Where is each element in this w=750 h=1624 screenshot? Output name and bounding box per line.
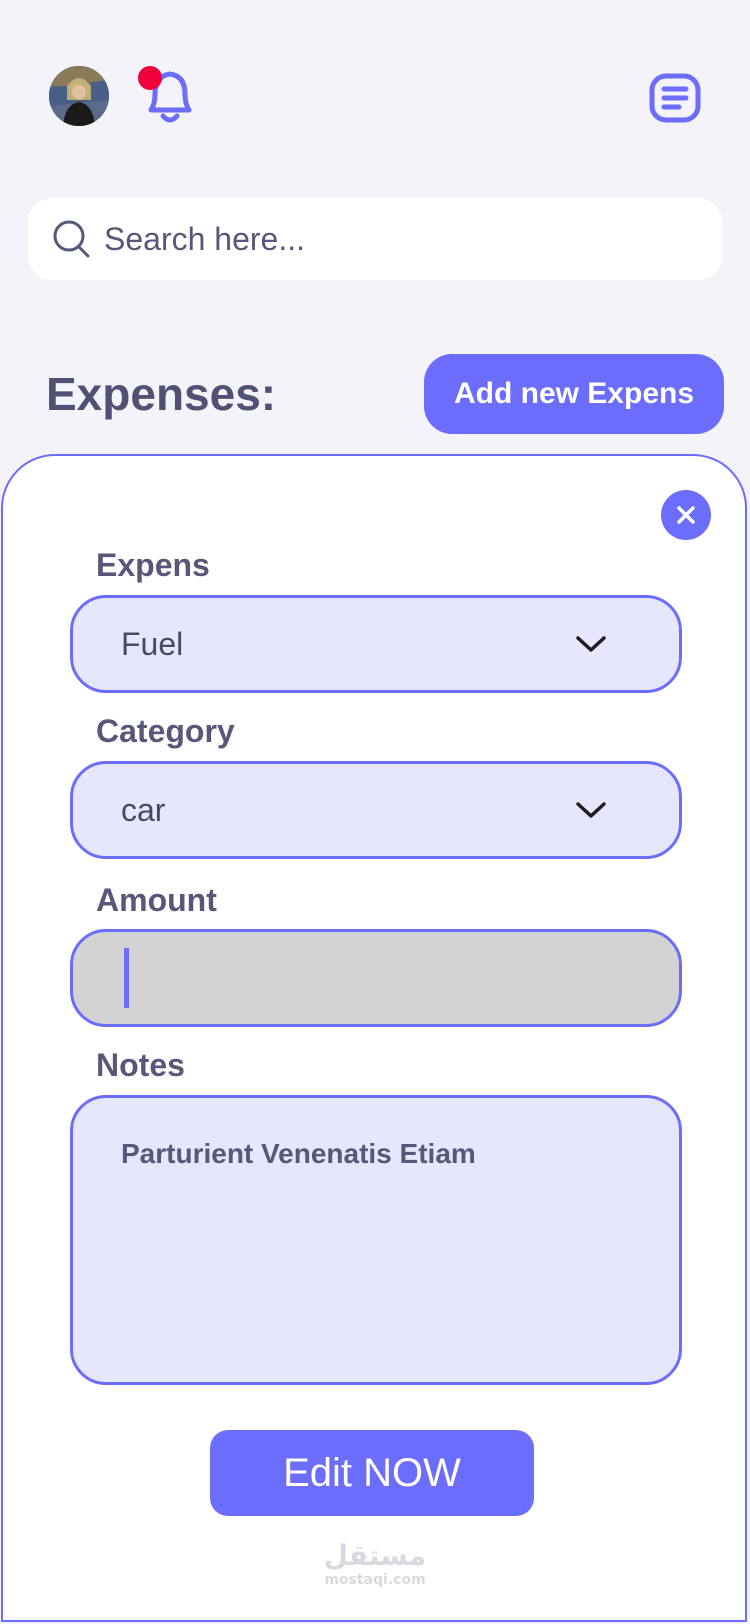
user-avatar[interactable] xyxy=(49,66,109,126)
notes-value: Parturient Venenatis Etiam xyxy=(121,1138,476,1169)
text-cursor xyxy=(124,948,129,1008)
notes-textarea[interactable]: Parturient Venenatis Etiam xyxy=(70,1095,682,1385)
chevron-down-icon xyxy=(576,636,606,652)
notification-badge xyxy=(138,66,162,90)
search-icon xyxy=(52,219,92,259)
expense-select-value: Fuel xyxy=(121,625,184,662)
close-button[interactable] xyxy=(661,490,711,540)
category-select[interactable]: car xyxy=(70,761,682,859)
search-bar[interactable] xyxy=(28,198,722,280)
close-icon xyxy=(677,506,695,524)
amount-label: Amount xyxy=(96,882,217,918)
watermark: مستقل mostaqi.com xyxy=(300,1539,450,1589)
expense-select[interactable]: Fuel xyxy=(70,595,682,693)
watermark-latin: mostaqi.com xyxy=(324,1572,426,1588)
menu-icon[interactable] xyxy=(649,73,701,123)
page-title: Expenses: xyxy=(46,368,277,420)
add-expense-button[interactable]: Add new Expens xyxy=(424,354,724,434)
chevron-down-icon xyxy=(576,802,606,818)
search-input[interactable] xyxy=(102,219,666,259)
notes-label: Notes xyxy=(96,1047,185,1083)
edit-now-button[interactable]: Edit NOW xyxy=(210,1430,534,1516)
amount-input[interactable] xyxy=(70,929,682,1027)
watermark-arabic: مستقل xyxy=(323,1539,427,1572)
category-label: Category xyxy=(96,713,235,749)
expense-label: Expens xyxy=(96,547,210,583)
category-select-value: car xyxy=(121,791,166,828)
